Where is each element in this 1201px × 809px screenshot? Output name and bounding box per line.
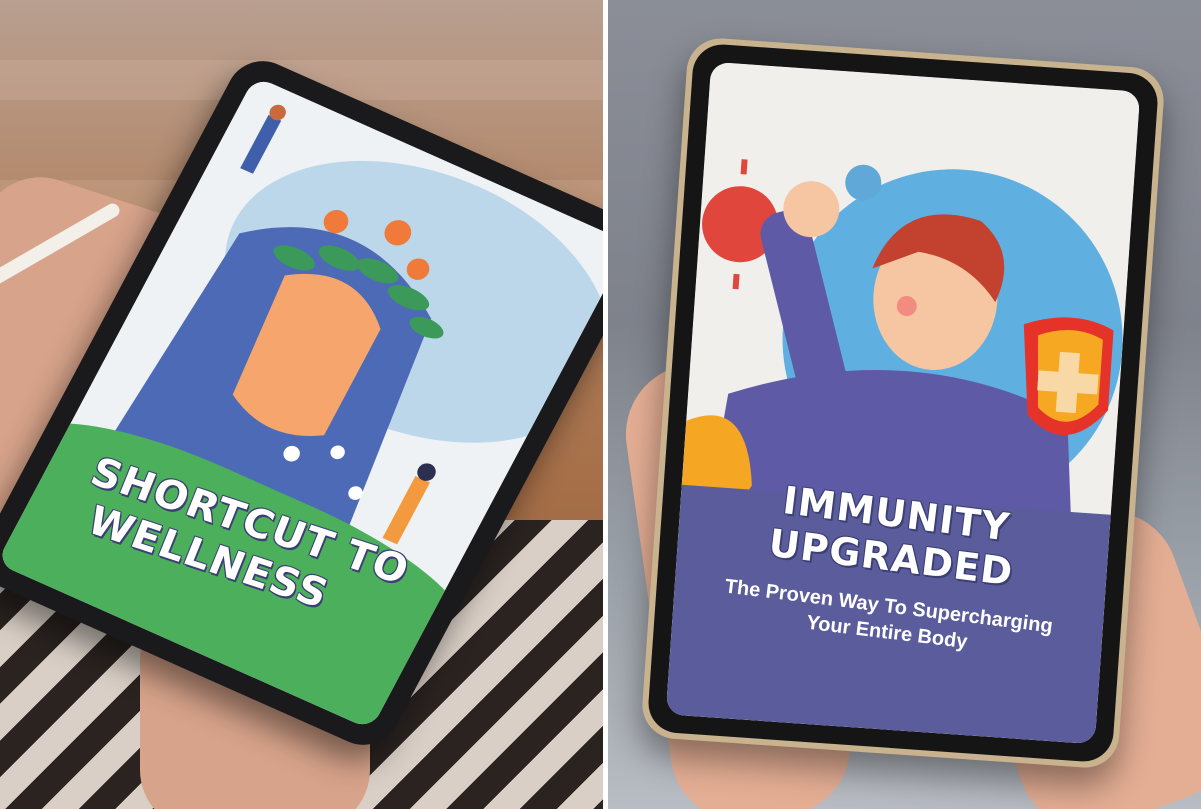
tablet-right: IMMUNITY UPGRADED The Proven Way To Supe… (640, 36, 1166, 770)
ebook-cover-immunity-upgraded: IMMUNITY UPGRADED The Proven Way To Supe… (665, 61, 1141, 745)
right-photo: IMMUNITY UPGRADED The Proven Way To Supe… (608, 0, 1201, 809)
left-photo: SHORTCUT TO WELLNESS (0, 0, 603, 809)
photo-collage: SHORTCUT TO WELLNESS IMMUNITY UPGRADED T… (0, 0, 1201, 809)
